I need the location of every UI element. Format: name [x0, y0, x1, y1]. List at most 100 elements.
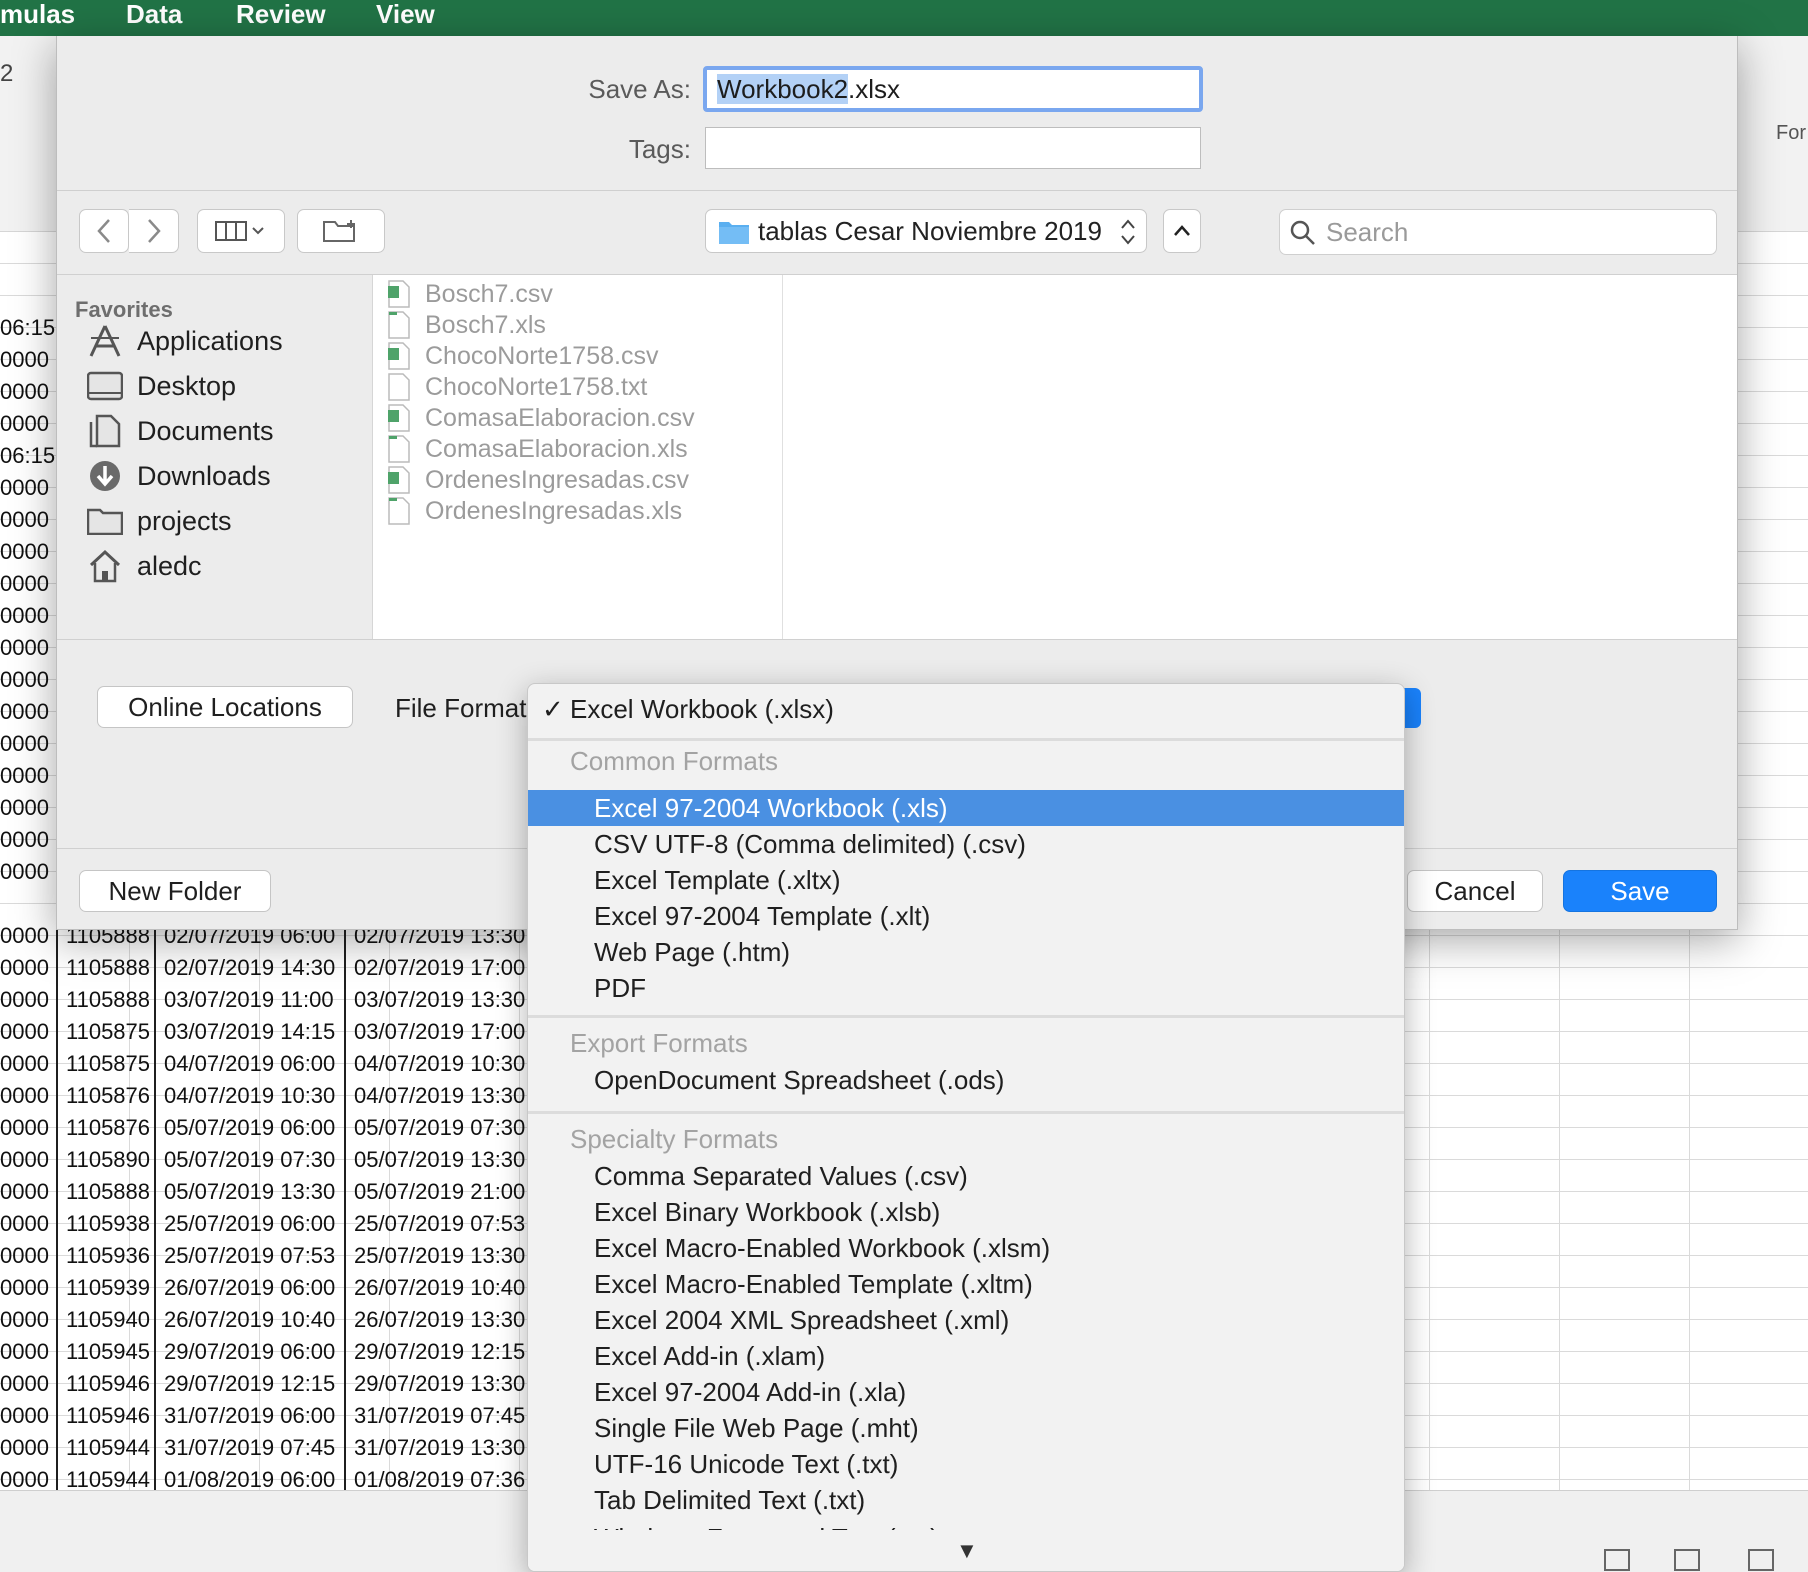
- cell[interactable]: 26/07/2019 06:00: [164, 1272, 335, 1304]
- cell[interactable]: 1105890: [66, 1144, 150, 1176]
- menu-item[interactable]: Excel Add-in (.xlam): [528, 1338, 1404, 1374]
- cell[interactable]: 1105939: [66, 1272, 150, 1304]
- menu-item[interactable]: PDF: [528, 970, 1404, 1006]
- cell[interactable]: 25/07/2019 06:00: [164, 1208, 335, 1240]
- cell[interactable]: 1105944: [66, 1432, 150, 1464]
- cell[interactable]: 0000: [0, 1368, 49, 1400]
- cell[interactable]: 05/07/2019 07:30: [354, 1112, 525, 1144]
- file-item[interactable]: OrdenesIngresadas.csv: [387, 465, 689, 495]
- cell[interactable]: 0000: [0, 952, 49, 984]
- back-button[interactable]: [79, 209, 129, 253]
- scroll-down-arrow-icon[interactable]: ▼: [956, 1538, 978, 1564]
- cell[interactable]: 0000: [0, 857, 56, 887]
- cell[interactable]: 02/07/2019 14:30: [164, 952, 335, 984]
- table-row[interactable]: 0000 1105875 03/07/2019 14:15 03/07/2019 17…: [0, 1016, 540, 1048]
- cell[interactable]: 03/07/2019 13:30: [354, 984, 525, 1016]
- cell[interactable]: 25/07/2019 07:53: [164, 1240, 335, 1272]
- menu-item[interactable]: Comma Separated Values (.csv): [528, 1158, 1404, 1194]
- cell[interactable]: 04/07/2019 10:30: [354, 1048, 525, 1080]
- ribbon-tab-formulas[interactable]: mulas: [0, 0, 75, 28]
- cell[interactable]: 04/07/2019 10:30: [164, 1080, 335, 1112]
- cell[interactable]: 0000: [0, 409, 56, 439]
- cancel-button[interactable]: Cancel: [1407, 870, 1543, 912]
- cell[interactable]: 0000: [0, 601, 56, 631]
- menu-item[interactable]: Excel 97-2004 Template (.xlt): [528, 898, 1404, 934]
- cell[interactable]: 06:15: [0, 441, 56, 471]
- cell[interactable]: 0000: [0, 1208, 49, 1240]
- table-row[interactable]: 0000 1105938 25/07/2019 06:00 25/07/2019 07…: [0, 1208, 540, 1240]
- cell[interactable]: 1105945: [66, 1336, 150, 1368]
- search-input[interactable]: Search: [1279, 209, 1717, 255]
- cell[interactable]: 04/07/2019 13:30: [354, 1080, 525, 1112]
- sidebar-item-applications[interactable]: Applications: [87, 319, 283, 363]
- cell[interactable]: 1105946: [66, 1400, 150, 1432]
- cell[interactable]: 29/07/2019 13:30: [354, 1368, 525, 1400]
- cell[interactable]: 31/07/2019 07:45: [354, 1400, 525, 1432]
- file-item[interactable]: Bosch7.xls: [387, 310, 546, 340]
- cell[interactable]: 29/07/2019 12:15: [354, 1336, 525, 1368]
- cell[interactable]: 02/07/2019 17:00: [354, 952, 525, 984]
- cell[interactable]: 1105888: [66, 1176, 150, 1208]
- sidebar-item-downloads[interactable]: Downloads: [87, 454, 271, 498]
- table-row[interactable]: 0000 1105876 05/07/2019 06:00 05/07/2019 07…: [0, 1112, 540, 1144]
- save-button[interactable]: Save: [1563, 870, 1717, 912]
- ribbon-tab-data[interactable]: Data: [126, 0, 182, 28]
- cell[interactable]: 29/07/2019 12:15: [164, 1368, 335, 1400]
- page-break-icon[interactable]: [1748, 1549, 1774, 1571]
- cell[interactable]: 31/07/2019 07:45: [164, 1432, 335, 1464]
- page-layout-icon[interactable]: [1674, 1549, 1700, 1571]
- sidebar-item-documents[interactable]: Documents: [87, 409, 274, 453]
- cell[interactable]: 0000: [0, 920, 49, 952]
- table-row[interactable]: 0000 1105936 25/07/2019 07:53 25/07/2019 13…: [0, 1240, 540, 1272]
- cell[interactable]: 0000: [0, 729, 56, 759]
- menu-item[interactable]: CSV UTF-8 (Comma delimited) (.csv): [528, 826, 1404, 862]
- table-row[interactable]: 0000 1105946 31/07/2019 06:00 31/07/2019 07…: [0, 1400, 540, 1432]
- cell[interactable]: 0000: [0, 761, 56, 791]
- cell[interactable]: 1105946: [66, 1368, 150, 1400]
- menu-item[interactable]: Excel Macro-Enabled Workbook (.xlsm): [528, 1230, 1404, 1266]
- cell[interactable]: 31/07/2019 13:30: [354, 1432, 525, 1464]
- cell[interactable]: 0000: [0, 1080, 49, 1112]
- cell[interactable]: 0000: [0, 1432, 49, 1464]
- cell[interactable]: 0000: [0, 633, 56, 663]
- menu-item[interactable]: Excel Macro-Enabled Template (.xltm): [528, 1266, 1404, 1302]
- cell[interactable]: 0000: [0, 1144, 49, 1176]
- menu-item-highlighted[interactable]: Excel 97-2004 Workbook (.xls): [528, 790, 1404, 826]
- online-locations-button[interactable]: Online Locations: [97, 686, 353, 728]
- cell[interactable]: 0000: [0, 1400, 49, 1432]
- cell[interactable]: 0000: [0, 377, 56, 407]
- table-row[interactable]: 0000 1105888 05/07/2019 13:30 05/07/2019 21…: [0, 1176, 540, 1208]
- cell[interactable]: 0000: [0, 793, 56, 823]
- file-item[interactable]: ComasaElaboracion.csv: [387, 403, 695, 433]
- menu-item[interactable]: Excel 97-2004 Add-in (.xla): [528, 1374, 1404, 1410]
- cell[interactable]: 0000: [0, 697, 56, 727]
- format-label[interactable]: For: [1776, 122, 1806, 145]
- cell[interactable]: 0000: [0, 1272, 49, 1304]
- file-item[interactable]: ChocoNorte1758.txt: [387, 372, 647, 402]
- cell[interactable]: 31/07/2019 06:00: [164, 1400, 335, 1432]
- cell[interactable]: 05/07/2019 13:30: [354, 1144, 525, 1176]
- cell[interactable]: 1105875: [66, 1048, 150, 1080]
- menu-item-checked[interactable]: ✓ Excel Workbook (.xlsx): [528, 684, 1404, 734]
- table-row[interactable]: 0000 1105940 26/07/2019 10:40 26/07/2019 13…: [0, 1304, 540, 1336]
- cell[interactable]: 03/07/2019 11:00: [164, 984, 334, 1016]
- cell[interactable]: 03/07/2019 14:15: [164, 1016, 335, 1048]
- expand-collapse-button[interactable]: [1163, 209, 1201, 253]
- menu-item[interactable]: Excel Binary Workbook (.xlsb): [528, 1194, 1404, 1230]
- sidebar-item-projects[interactable]: projects: [87, 499, 232, 543]
- cell[interactable]: 0000: [0, 825, 56, 855]
- cell[interactable]: 03/07/2019 17:00: [354, 1016, 525, 1048]
- table-row[interactable]: 0000 1105944 31/07/2019 07:45 31/07/2019 13…: [0, 1432, 540, 1464]
- cell[interactable]: 04/07/2019 06:00: [164, 1048, 335, 1080]
- file-item[interactable]: Bosch7.csv: [387, 279, 553, 309]
- cell[interactable]: 1105888: [66, 952, 150, 984]
- cell[interactable]: 0000: [0, 1176, 49, 1208]
- cell[interactable]: 26/07/2019 10:40: [164, 1304, 335, 1336]
- cell[interactable]: 0000: [0, 1016, 49, 1048]
- menu-item[interactable]: Excel 2004 XML Spreadsheet (.xml): [528, 1302, 1404, 1338]
- filename-input[interactable]: Workbook2.xlsx: [703, 66, 1203, 112]
- cell[interactable]: 1105876: [66, 1112, 150, 1144]
- cell[interactable]: 0000: [0, 984, 49, 1016]
- location-popup[interactable]: tablas Cesar Noviembre 2019: [705, 209, 1147, 253]
- cell[interactable]: 0000: [0, 505, 56, 535]
